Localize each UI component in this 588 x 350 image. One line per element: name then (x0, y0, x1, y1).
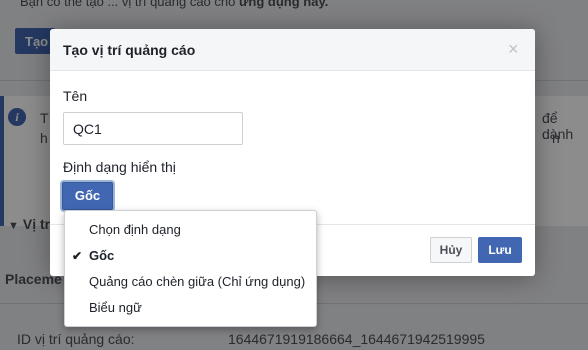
option-label: Quảng cáo chèn giữa (Chỉ ứng dụng) (89, 274, 306, 289)
checkmark-icon: ✔ (72, 249, 83, 263)
name-input[interactable] (63, 112, 243, 145)
dropdown-option-native[interactable]: ✔ Gốc (65, 245, 316, 271)
dropdown-option-interstitial[interactable]: Quảng cáo chèn giữa (Chỉ ứng dụng) (65, 271, 316, 297)
dropdown-option-banner[interactable]: Biểu ngữ (65, 297, 316, 323)
display-format-dropdown: Chọn định dạng ✔ Gốc Quảng cáo chèn giữa… (64, 210, 317, 327)
option-label: Biểu ngữ (89, 300, 142, 315)
cancel-button[interactable]: Hủy (430, 237, 472, 263)
display-format-label: Định dạng hiển thị (63, 159, 176, 175)
name-label: Tên (63, 88, 88, 104)
dialog-title: Tạo vị trí quảng cáo (63, 42, 196, 58)
display-format-select[interactable]: Gốc (62, 182, 113, 210)
dialog-header: Tạo vị trí quảng cáo × (50, 29, 535, 71)
close-icon[interactable]: × (508, 40, 519, 58)
option-label: Chọn định dạng (89, 222, 181, 237)
option-label: Gốc (89, 248, 115, 263)
dropdown-option-choose-format[interactable]: Chọn định dạng (65, 219, 316, 245)
save-button[interactable]: Lưu (478, 237, 522, 263)
